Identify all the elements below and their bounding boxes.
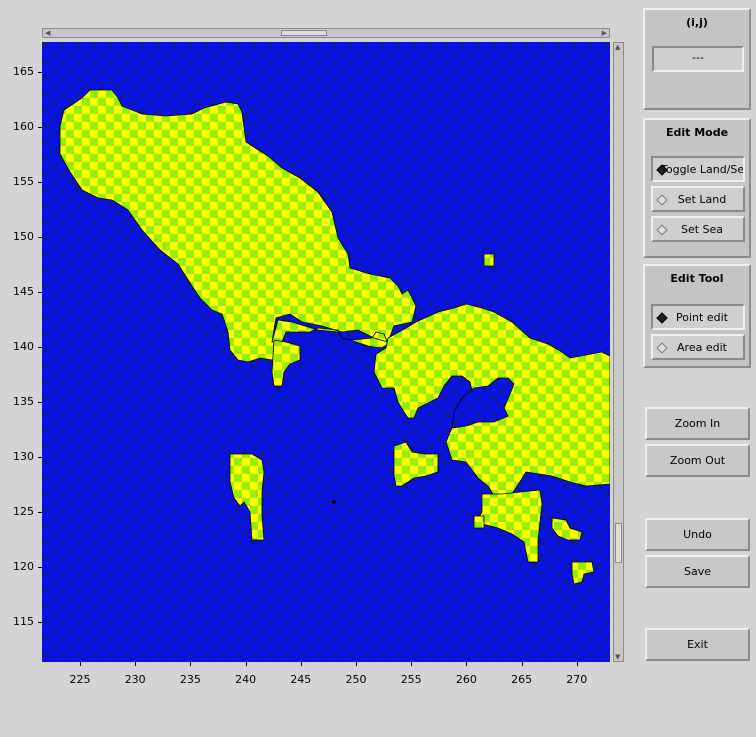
- vertical-scrollbar[interactable]: ▲ ▼: [613, 42, 624, 662]
- y-tick-label: 115: [13, 615, 34, 628]
- cursor-dot: [332, 500, 336, 504]
- radio-label: Set Sea: [680, 223, 724, 236]
- save-button[interactable]: Save: [645, 555, 750, 588]
- edit-tool-panel: Edit Tool Point edit Area edit: [643, 264, 751, 368]
- exit-button[interactable]: Exit: [645, 628, 750, 661]
- x-tick-mark: [356, 662, 357, 666]
- x-tick-mark: [80, 662, 81, 666]
- zoom-out-button[interactable]: Zoom Out: [645, 444, 750, 477]
- x-tick-mark: [300, 662, 302, 666]
- y-tick-label: 165: [13, 65, 34, 78]
- land-small-h: [483, 253, 495, 267]
- land-small-g: [473, 515, 485, 529]
- x-tick-mark: [411, 662, 413, 666]
- edit-mode-panel: Edit Mode Toggle Land/Sea Set Land Set S…: [643, 118, 751, 258]
- x-tick-mark: [135, 662, 137, 666]
- x-tick-label: 265: [511, 673, 533, 686]
- scroll-left-arrow-icon[interactable]: ◀: [45, 29, 50, 37]
- radio-toggle-land-sea[interactable]: Toggle Land/Sea: [651, 156, 745, 182]
- y-tick-mark: [38, 402, 42, 403]
- x-tick-label: 245: [290, 673, 312, 686]
- edit-mode-title: Edit Mode: [665, 126, 729, 139]
- y-tick-label: 130: [13, 450, 34, 463]
- x-tick-label: 270: [566, 673, 588, 686]
- y-tick-label: 125: [13, 505, 34, 518]
- y-tick-mark: [38, 622, 42, 623]
- y-tick-label: 120: [13, 560, 34, 573]
- x-tick-label: 230: [124, 673, 146, 686]
- x-tick-label: 235: [179, 673, 201, 686]
- y-tick-mark: [38, 347, 42, 348]
- radio-point-edit[interactable]: Point edit: [651, 304, 745, 330]
- y-tick-label: 160: [13, 120, 34, 133]
- x-tick-mark: [190, 662, 192, 666]
- y-tick-mark: [38, 512, 42, 513]
- scroll-right-arrow-icon[interactable]: ▶: [602, 29, 607, 37]
- radio-set-sea[interactable]: Set Sea: [651, 216, 745, 242]
- x-tick-label: 255: [400, 673, 422, 686]
- y-tick-label: 150: [13, 230, 34, 243]
- scroll-down-arrow-icon[interactable]: ▼: [615, 653, 620, 661]
- y-tick-label: 140: [13, 340, 34, 353]
- y-tick-label: 135: [13, 395, 34, 408]
- y-tick-mark: [38, 127, 42, 128]
- zoom-in-button[interactable]: Zoom In: [645, 407, 750, 440]
- horizontal-scrollbar[interactable]: ◀ ▶: [42, 28, 610, 38]
- x-tick-mark: [576, 662, 578, 666]
- y-tick-mark: [38, 457, 42, 458]
- y-tick-label: 145: [13, 285, 34, 298]
- x-tick-label: 240: [235, 673, 257, 686]
- scroll-up-arrow-icon[interactable]: ▲: [615, 43, 620, 51]
- x-tick-mark: [245, 662, 247, 666]
- edit-tool-title: Edit Tool: [670, 272, 724, 285]
- radio-label: Set Land: [677, 193, 727, 206]
- land-sea-grid-map[interactable]: [42, 42, 610, 662]
- x-tick-mark: [521, 662, 523, 666]
- vertical-scroll-thumb[interactable]: [615, 523, 622, 563]
- radio-area-edit[interactable]: Area edit: [651, 334, 745, 360]
- x-tick-mark: [466, 662, 468, 666]
- ij-panel: (i,j) ---: [643, 8, 751, 110]
- radio-set-land[interactable]: Set Land: [651, 186, 745, 212]
- y-tick-mark: [38, 237, 42, 238]
- ij-panel-title: (i,j): [686, 16, 708, 29]
- ij-value-field: ---: [652, 46, 744, 72]
- y-tick-mark: [38, 182, 42, 183]
- horizontal-scroll-thumb[interactable]: [281, 30, 327, 36]
- y-tick-mark: [38, 72, 42, 73]
- undo-button[interactable]: Undo: [645, 518, 750, 551]
- y-tick-mark: [38, 292, 42, 293]
- radio-label: Area edit: [677, 341, 727, 354]
- radio-label: Point edit: [676, 311, 728, 324]
- x-tick-label: 250: [345, 673, 367, 686]
- radio-label: Toggle Land/Sea: [661, 163, 745, 176]
- y-tick-mark: [38, 567, 42, 568]
- y-tick-label: 155: [13, 175, 34, 188]
- x-tick-label: 260: [455, 673, 477, 686]
- x-tick-label: 225: [69, 673, 91, 686]
